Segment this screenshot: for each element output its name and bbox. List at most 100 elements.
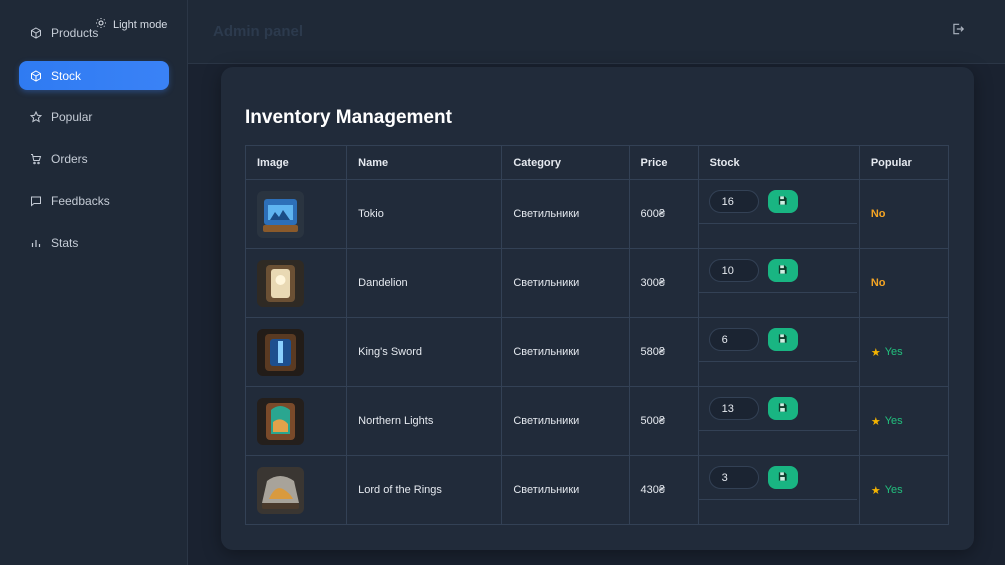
image-cell <box>244 248 348 318</box>
inventory-table: Image Name Category Price Stock Popular <box>244 145 950 525</box>
logout-icon <box>951 23 965 40</box>
table-header-row: Image Name Category Price Stock Popular <box>244 145 950 180</box>
cart-icon <box>30 153 42 165</box>
table-row: Dandelion Светильники 300₴ 10 No <box>244 248 950 318</box>
sidebar-item-stats[interactable]: Stats <box>19 228 169 257</box>
star-icon: ★ <box>870 484 881 497</box>
stock-input[interactable] <box>708 259 759 282</box>
stock-divider <box>698 223 857 224</box>
table-row: Tokio Светильники 600₴ 16 No <box>244 179 950 249</box>
image-cell <box>244 455 348 525</box>
image-cell <box>244 386 348 456</box>
sidebar-item-label: Stats <box>51 235 79 250</box>
product-price: 580₴ <box>628 317 699 387</box>
save-stock-button[interactable] <box>767 466 798 489</box>
popular-cell: ★ Yes <box>858 455 950 525</box>
inventory-card: Inventory Management Image Name Category… <box>221 67 974 550</box>
image-cell <box>244 317 348 387</box>
stock-input[interactable] <box>708 397 759 420</box>
stock-cell <box>697 248 860 318</box>
product-image <box>257 397 304 445</box>
sidebar-item-popular[interactable]: Popular <box>19 102 169 131</box>
product-price: 300₴ <box>628 248 699 318</box>
popular-status: Yes <box>884 346 903 358</box>
column-header-price: Price <box>628 145 699 180</box>
stock-divider <box>698 292 857 293</box>
product-category: Светильники <box>501 455 630 525</box>
popular-cell: No <box>858 248 950 318</box>
save-icon <box>777 263 788 278</box>
save-stock-button[interactable] <box>767 328 798 351</box>
table-row: King's Sword Светильники 580₴ 6 ★ Yes <box>244 317 950 387</box>
popular-status: No <box>870 277 886 289</box>
product-name: Lord of the Rings <box>346 455 503 525</box>
sidebar-item-products[interactable]: Products <box>19 18 169 47</box>
box-icon <box>30 69 42 82</box>
top-header: Admin panel <box>188 0 1005 64</box>
sidebar-item-label: Feedbacks <box>51 193 110 208</box>
popular-status: Yes <box>884 484 903 496</box>
product-image <box>257 259 304 307</box>
stock-divider <box>698 361 857 362</box>
logout-button[interactable] <box>951 22 967 38</box>
stock-cell <box>697 386 860 456</box>
save-stock-button[interactable] <box>767 259 798 282</box>
column-header-category: Category <box>501 145 630 180</box>
popular-status: Yes <box>884 415 903 427</box>
product-price: 430₴ <box>628 455 699 525</box>
table-row: Lord of the Rings Светильники 430₴ 3 ★ Y… <box>244 455 950 525</box>
sidebar-item-label: Stock <box>51 68 82 83</box>
popular-status: No <box>870 208 886 220</box>
stock-cell <box>697 455 860 525</box>
product-category: Светильники <box>501 317 630 387</box>
product-name: Dandelion <box>346 248 503 318</box>
save-stock-button[interactable] <box>767 190 798 213</box>
sidebar-item-label: Products <box>51 25 99 40</box>
star-icon: ★ <box>870 415 881 428</box>
sidebar-item-label: Orders <box>51 151 88 166</box>
column-header-image: Image <box>244 145 348 180</box>
popular-status-wrap: ★ Yes <box>871 415 903 428</box>
save-stock-button[interactable] <box>767 397 798 420</box>
sidebar-item-label: Popular <box>51 109 93 124</box>
product-image <box>257 190 304 238</box>
chat-icon <box>30 195 42 207</box>
sidebar-item-feedbacks[interactable]: Feedbacks <box>19 186 169 215</box>
product-name: Northern Lights <box>346 386 503 456</box>
product-name: King's Sword <box>346 317 503 387</box>
stock-cell <box>697 179 860 249</box>
popular-status-wrap: ★ Yes <box>871 484 903 497</box>
popular-cell: ★ Yes <box>858 386 950 456</box>
product-image <box>257 466 304 514</box>
box-icon <box>30 26 42 39</box>
product-category: Светильники <box>501 248 630 318</box>
page-title: Admin panel <box>213 23 304 40</box>
stock-input[interactable] <box>708 328 759 351</box>
save-icon <box>777 332 788 347</box>
stock-input[interactable] <box>708 466 759 489</box>
stock-input[interactable] <box>708 190 759 213</box>
stock-divider <box>698 499 857 500</box>
popular-status-wrap: ★ Yes <box>871 346 903 359</box>
sidebar-item-stock[interactable]: Stock <box>19 61 169 90</box>
image-cell <box>244 179 348 249</box>
save-icon <box>777 401 788 416</box>
stock-divider <box>698 430 857 431</box>
popular-cell: No <box>858 179 950 249</box>
product-name: Tokio <box>346 179 503 249</box>
column-header-name: Name <box>346 145 503 180</box>
sidebar: Light mode Products Stock Popular Orders <box>0 0 188 565</box>
table-row: Northern Lights Светильники 500₴ 13 ★ Ye… <box>244 386 950 456</box>
product-image <box>257 328 304 376</box>
product-category: Светильники <box>501 386 630 456</box>
stock-cell <box>697 317 860 387</box>
bar-chart-icon <box>30 237 42 249</box>
column-header-stock: Stock <box>697 145 860 180</box>
save-icon <box>777 470 788 485</box>
product-category: Светильники <box>501 179 630 249</box>
product-price: 600₴ <box>628 179 699 249</box>
save-icon <box>777 194 788 209</box>
column-header-popular: Popular <box>858 145 950 180</box>
product-price: 500₴ <box>628 386 699 456</box>
sidebar-item-orders[interactable]: Orders <box>19 144 169 173</box>
